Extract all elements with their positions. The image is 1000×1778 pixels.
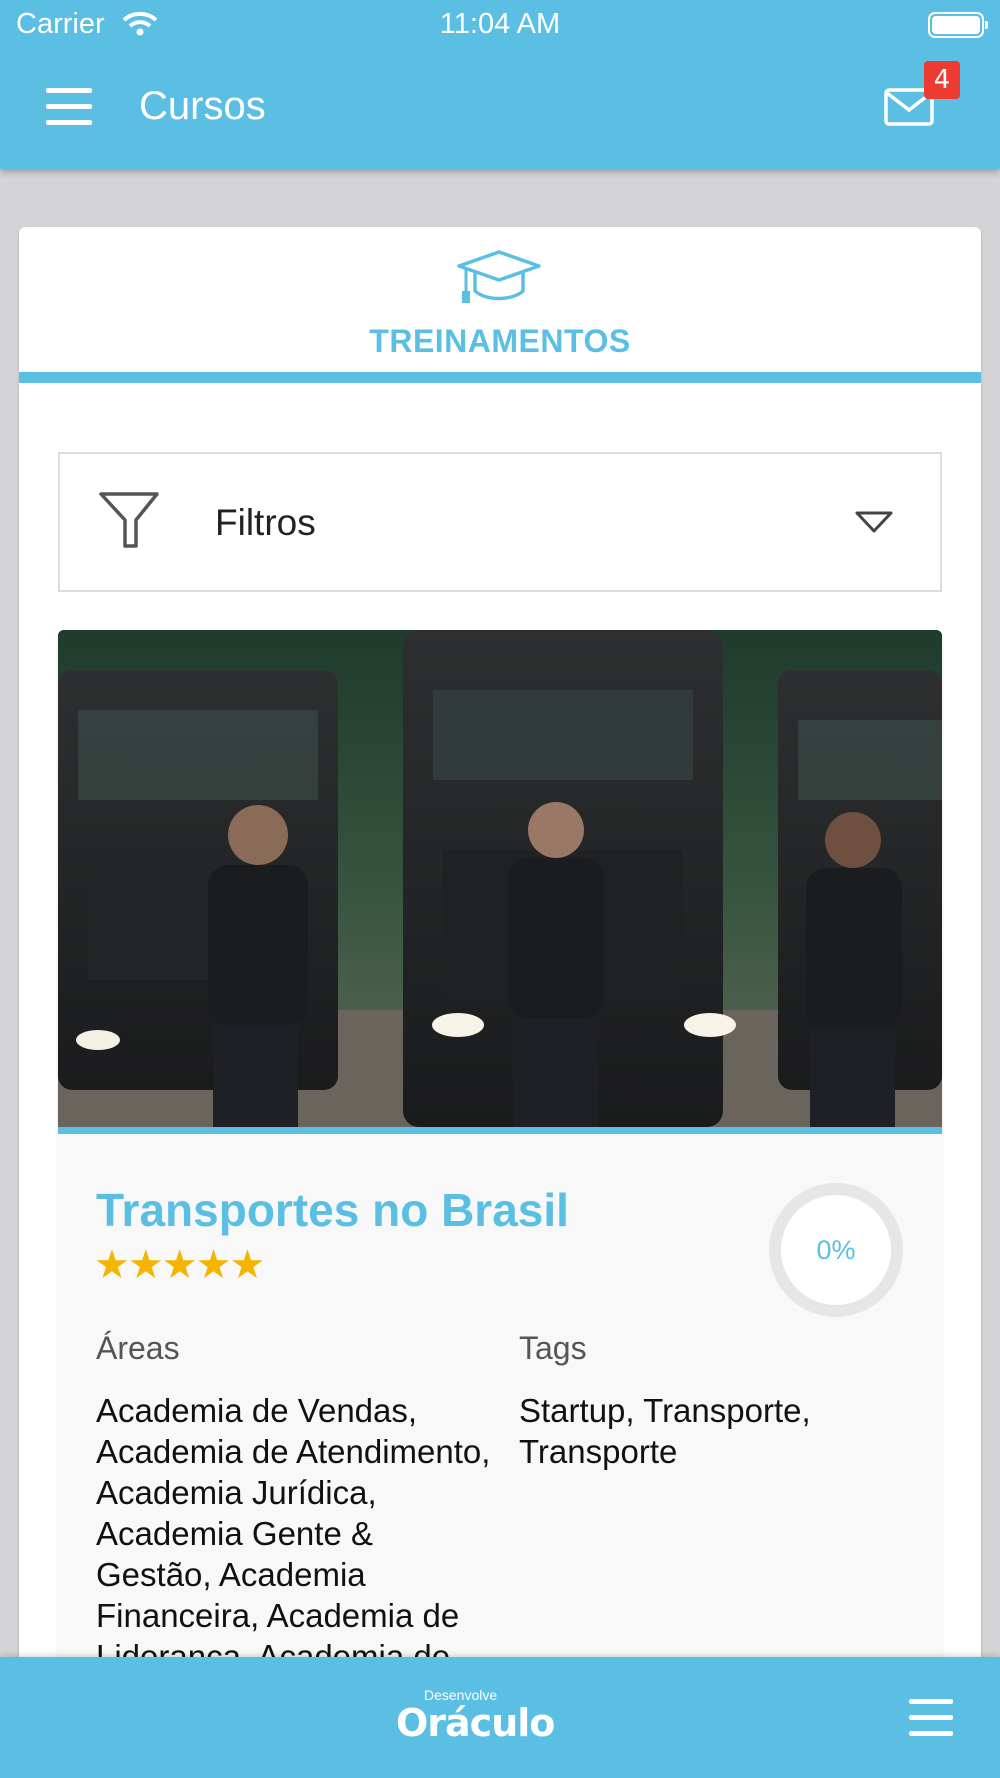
graduation-cap-icon (457, 250, 541, 303)
course-cover-image (58, 630, 942, 1127)
hamburger-menu-icon[interactable] (46, 88, 92, 128)
tab-label: TREINAMENTOS (369, 323, 631, 359)
course-title[interactable]: Transportes no Brasil (96, 1183, 569, 1237)
mail-count-badge: 4 (924, 61, 960, 99)
areas-value: Academia de Vendas, Academia de Atendime… (96, 1392, 491, 1675)
bottom-bar: Desenvolve Oráculo (0, 1657, 1000, 1778)
chevron-down-icon (855, 511, 893, 533)
filter-funnel-icon (99, 492, 159, 548)
rating-stars: ★★★★★ (94, 1243, 265, 1287)
progress-percent: 0% (816, 1235, 856, 1265)
filter-label: Filtros (215, 502, 316, 543)
areas-label: Áreas (96, 1330, 180, 1366)
status-bar: Carrier 11:04 AM (0, 0, 1000, 50)
page-title: Cursos (139, 84, 266, 128)
trucks-photo (58, 630, 942, 1127)
oraculo-logo: Desenvolve Oráculo (394, 1687, 555, 1745)
clock-time: 11:04 AM (439, 8, 561, 40)
course-card[interactable]: Transportes no Brasil ★★★★★ 0% Áreas Aca… (58, 630, 942, 1697)
course-accent-bar (58, 1127, 942, 1134)
tags-value: Startup, Transporte, Transporte (519, 1392, 811, 1470)
tab-active-indicator (19, 372, 981, 383)
logo-wordmark: Oráculo (396, 1701, 555, 1745)
app-header: Carrier 11:04 AM Cursos 4 (0, 0, 1000, 169)
filter-dropdown[interactable]: Filtros (58, 452, 942, 592)
content-card: TREINAMENTOS Filtros Transportes no Bras… (19, 227, 981, 1697)
battery-icon (928, 12, 988, 38)
bottom-menu-icon[interactable] (909, 1699, 953, 1739)
tags-label: Tags (519, 1330, 587, 1366)
tab-treinamentos[interactable]: TREINAMENTOS (19, 227, 981, 383)
